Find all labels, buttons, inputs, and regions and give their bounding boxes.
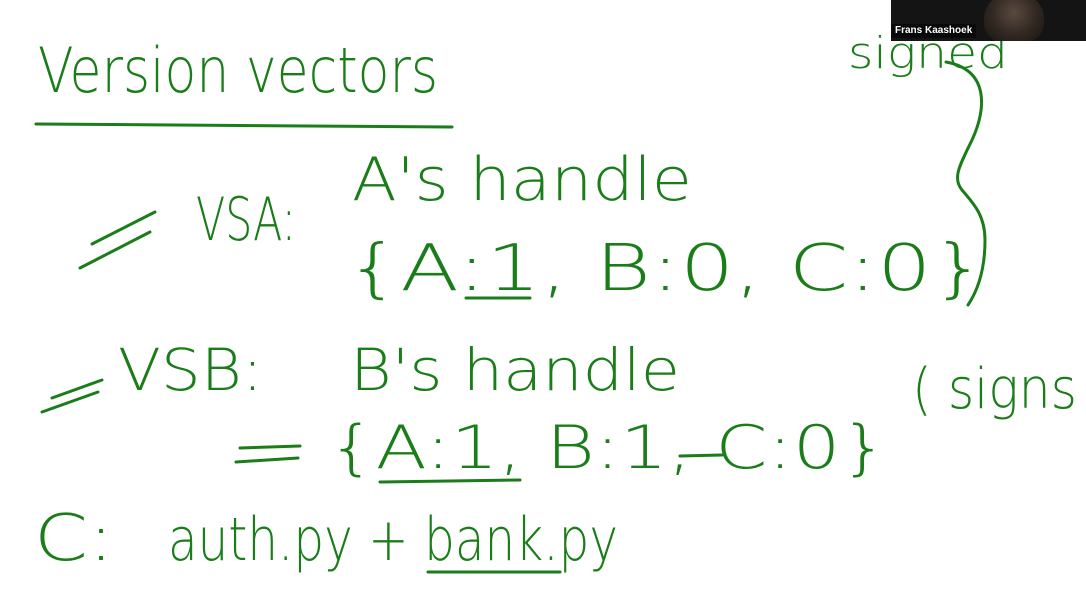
vs-b-label: VSB:	[118, 336, 263, 404]
vs-a-vector: {A:1, B:0, C:0}	[346, 232, 986, 306]
implies-arrow-a	[78, 210, 157, 270]
c-files: auth.py + bank.py	[168, 505, 618, 575]
participant-avatar	[984, 0, 1044, 41]
vs-a-description: A's handle	[352, 145, 692, 215]
vs-b-underline-b	[678, 453, 724, 458]
implies-arrow-b2	[234, 444, 302, 464]
signs-note: ( signs	[912, 357, 1077, 422]
title-underline	[34, 122, 454, 129]
vs-a-label: VSA:	[196, 185, 296, 255]
vs-b-underline-a	[378, 478, 522, 484]
whiteboard-canvas: Version vectors signed VSA: A's handle {…	[34, 28, 1077, 576]
vs-b-description: B's handle	[350, 336, 680, 404]
vs-b-vector: {A:1, B:1, C:0}	[328, 413, 888, 483]
c-label: C:	[34, 502, 114, 576]
participant-name: Frans Kaashoek	[891, 24, 977, 38]
board-title: Version vectors	[38, 34, 438, 107]
participant-video-tile[interactable]: Frans Kaashoek	[891, 0, 1086, 41]
implies-arrow-b	[40, 378, 104, 414]
